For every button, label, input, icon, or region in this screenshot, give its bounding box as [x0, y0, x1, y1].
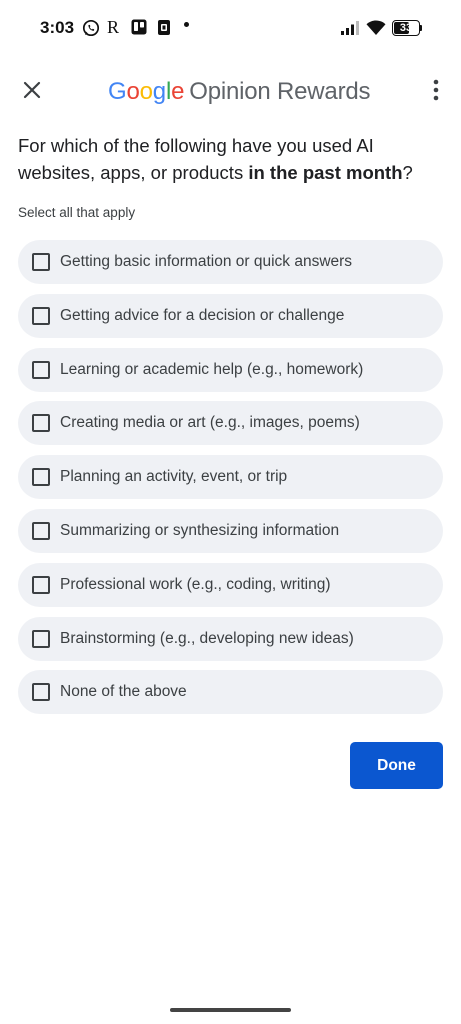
option-item[interactable]: Learning or academic help (e.g., homewor… [18, 347, 443, 392]
cell-signal-icon [340, 20, 360, 41]
option-label: Learning or academic help (e.g., homewor… [60, 360, 364, 378]
home-gesture-bar[interactable] [170, 1008, 291, 1012]
close-icon [22, 80, 42, 105]
google-logo-letter: o [126, 78, 140, 105]
app-bar: Google Opinion Rewards [0, 66, 461, 118]
checkbox-icon[interactable] [32, 629, 50, 648]
question-text: For which of the following have you used… [18, 132, 438, 186]
checkbox-icon[interactable] [32, 306, 50, 325]
checkbox-icon[interactable] [32, 360, 50, 379]
checkbox-icon[interactable] [32, 468, 50, 487]
r-app-icon: R [107, 17, 120, 37]
option-label: None of the above [60, 683, 187, 701]
battery-nub [420, 25, 422, 31]
close-button[interactable] [14, 74, 50, 110]
question-emphasis: in the past month [248, 162, 403, 183]
select-hint: Select all that apply [18, 205, 136, 220]
checkbox-icon[interactable] [32, 575, 50, 594]
status-bar: 3:03 R 33 [0, 0, 461, 58]
battery-icon: 33 [392, 20, 420, 36]
option-label: Summarizing or synthesizing information [60, 521, 340, 539]
option-item[interactable]: Professional work (e.g., coding, writing… [18, 562, 443, 607]
option-label: Planning an activity, event, or trip [60, 468, 288, 486]
question-end: ? [402, 162, 413, 183]
option-item[interactable]: Planning an activity, event, or trip [18, 455, 443, 500]
option-item[interactable]: Brainstorming (e.g., developing new idea… [18, 616, 443, 661]
product-name: Opinion Rewards [189, 78, 371, 105]
whatsapp-icon [82, 19, 100, 37]
google-logo-letter: g [152, 78, 166, 105]
battery-level: 33 [399, 21, 413, 34]
option-item[interactable]: None of the above [18, 670, 443, 715]
option-item[interactable]: Getting basic information or quick answe… [18, 240, 443, 284]
google-logo: Google [108, 78, 184, 105]
status-time: 3:03 [40, 18, 75, 37]
sim-card-icon [157, 19, 171, 36]
option-label: Getting basic information or quick answe… [60, 253, 353, 270]
option-label: Brainstorming (e.g., developing new idea… [60, 629, 354, 647]
google-logo-letter: o [139, 78, 153, 105]
checkbox-icon[interactable] [32, 521, 50, 540]
option-label: Professional work (e.g., coding, writing… [60, 575, 331, 593]
google-logo-letter: G [108, 78, 127, 105]
options-list: Getting basic information or quick answe… [18, 240, 443, 724]
checkbox-icon[interactable] [32, 683, 50, 702]
google-logo-letter: e [171, 78, 185, 105]
checkbox-icon[interactable] [32, 414, 50, 433]
trello-icon [131, 19, 147, 35]
wifi-icon [366, 18, 386, 41]
more-vert-icon [433, 79, 439, 106]
checkbox-icon[interactable] [32, 253, 50, 271]
option-item[interactable]: Creating media or art (e.g., images, poe… [18, 401, 443, 446]
option-label: Creating media or art (e.g., images, poe… [60, 414, 360, 432]
option-label: Getting advice for a decision or challen… [60, 306, 345, 324]
more-notifications-dot-icon [184, 22, 189, 27]
app-title: Google Opinion Rewards [108, 78, 371, 106]
more-options-button[interactable] [420, 74, 452, 110]
option-item[interactable]: Getting advice for a decision or challen… [18, 293, 443, 338]
done-button[interactable]: Done [350, 742, 443, 789]
option-item[interactable]: Summarizing or synthesizing information [18, 508, 443, 553]
